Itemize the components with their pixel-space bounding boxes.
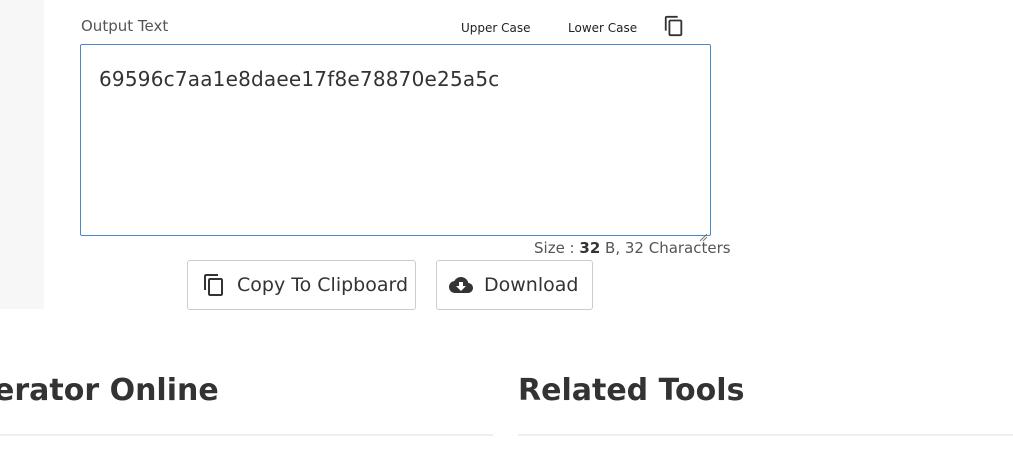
page: Output Text Upper Case Lower Case 69596c… [0,0,1013,449]
related-tools-title: Related Tools [518,373,745,408]
copy-to-clipboard-button[interactable]: Copy To Clipboard [187,260,416,310]
output-textarea[interactable]: 69596c7aa1e8daee17f8e78870e25a5c [80,44,711,242]
upper-case-button[interactable]: Upper Case [461,21,531,35]
size-prefix: Size : [534,239,580,257]
copy-button-label: Copy To Clipboard [237,274,409,296]
download-button[interactable]: Download [436,260,593,310]
output-value: 69596c7aa1e8daee17f8e78870e25a5c [99,67,500,91]
divider [518,434,1013,436]
copy-icon [202,273,226,297]
output-text-label: Output Text [81,17,169,35]
size-characters: B, 32 Characters [600,239,731,257]
lower-case-button[interactable]: Lower Case [568,21,637,35]
divider [0,434,493,436]
resize-handle-icon[interactable] [698,223,708,242]
side-panel [0,0,44,309]
size-info: Size : 32 B, 32 Characters [534,239,731,257]
download-button-label: Download [484,274,579,296]
cloud-download-icon [449,273,473,297]
size-bytes: 32 [579,239,601,257]
copy-icon[interactable] [663,15,685,37]
generator-section-title: erator Online [0,373,219,408]
